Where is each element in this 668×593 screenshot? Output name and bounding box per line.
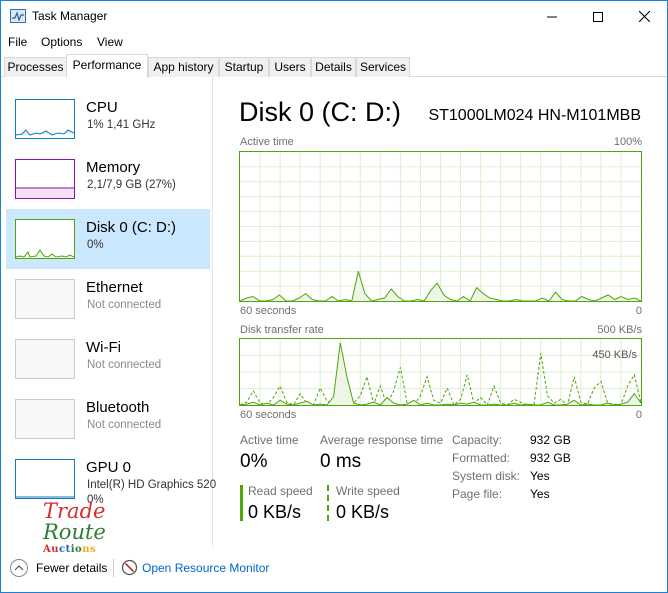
- task-manager-window: Task Manager File Options View Processes…: [0, 0, 668, 593]
- fewer-details-button[interactable]: Fewer details: [36, 561, 107, 575]
- page-file-value: Yes: [530, 487, 550, 501]
- formatted-label: Formatted:: [452, 451, 511, 465]
- active-time-chart-time: 60 seconds: [240, 305, 297, 317]
- sidebar-item-disk[interactable]: Disk 0 (C: D:) 0%: [6, 209, 210, 269]
- close-button[interactable]: [621, 1, 667, 32]
- transfer-chart-time: 60 seconds: [240, 409, 297, 421]
- maximize-icon: [593, 11, 603, 22]
- window-title: Task Manager: [32, 9, 108, 23]
- bluetooth-thumbnail: [15, 399, 75, 439]
- footer: Fewer details Open Resource Monitor: [1, 555, 667, 583]
- resource-sidebar: CPU 1% 1,41 GHz Memory 2,1/7,9 GB (27%) …: [1, 77, 216, 547]
- formatted-value: 932 GB: [530, 451, 571, 465]
- sidebar-item-wifi[interactable]: Wi-Fi Not connected: [6, 329, 210, 389]
- response-time-label: Average response time: [320, 433, 444, 447]
- active-time-graph: [240, 152, 641, 301]
- active-time-value: 0%: [240, 451, 268, 472]
- capacity-label: Capacity:: [452, 433, 503, 447]
- system-disk-value: Yes: [530, 469, 550, 483]
- tab-processes[interactable]: Processes: [4, 57, 67, 77]
- sidebar-item-title: Disk 0 (C: D:): [86, 219, 176, 236]
- sidebar-item-subtitle: 1% 1,41 GHz: [87, 119, 156, 131]
- sidebar-item-subtitle: 0%: [87, 239, 104, 251]
- write-speed-indicator: [327, 485, 329, 521]
- memory-thumbnail: [15, 159, 75, 199]
- read-speed-value: 0 KB/s: [248, 502, 302, 522]
- transfer-chart-min: 0: [635, 409, 642, 421]
- disk-thumbnail: [15, 219, 75, 259]
- capacity-value: 932 GB: [530, 433, 571, 447]
- tab-startup[interactable]: Startup: [219, 57, 269, 77]
- tab-users[interactable]: Users: [269, 57, 311, 77]
- sidebar-item-title: Bluetooth: [86, 399, 150, 416]
- logo-route: Route: [43, 520, 106, 544]
- sidebar-item-subtitle: 2,1/7,9 GB (27%): [87, 179, 176, 191]
- sidebar-item-subtitle: Intel(R) HD Graphics 520: [87, 479, 217, 491]
- active-time-chart-label: Active time: [240, 136, 294, 148]
- sidebar-item-title: Memory: [86, 159, 141, 176]
- transfer-chart-label: Disk transfer rate: [240, 324, 324, 336]
- sidebar-item-title: Wi-Fi: [86, 339, 121, 356]
- transfer-rate-chart: 450 KB/s: [239, 338, 642, 406]
- active-time-label: Active time: [240, 433, 299, 447]
- response-time-value: 0 ms: [320, 451, 362, 472]
- sidebar-item-title: Ethernet: [86, 279, 143, 296]
- maximize-button[interactable]: [575, 1, 621, 32]
- menu-bar: File Options View: [1, 32, 667, 52]
- chevron-up-icon[interactable]: [10, 559, 28, 577]
- page-title: Disk 0 (C: D:): [239, 97, 401, 127]
- sidebar-item-subtitle: Not connected: [87, 359, 162, 371]
- sidebar-item-subtitle: Not connected: [87, 419, 162, 431]
- sidebar-item-cpu[interactable]: CPU 1% 1,41 GHz: [6, 89, 210, 149]
- active-time-chart-max: 100%: [613, 136, 642, 148]
- active-time-chart: [239, 151, 642, 302]
- sidebar-item-title: CPU: [86, 99, 118, 116]
- cpu-thumbnail: [15, 99, 75, 139]
- sidebar-item-subtitle: Not connected: [87, 299, 162, 311]
- logo-auctions: Auctions: [43, 544, 97, 555]
- sidebar-item-gpu[interactable]: GPU 0 Intel(R) HD Graphics 520 0%: [6, 449, 216, 509]
- page-file-label: Page file:: [452, 487, 503, 501]
- menu-file[interactable]: File: [8, 35, 27, 49]
- sidebar-item-memory[interactable]: Memory 2,1/7,9 GB (27%): [6, 149, 210, 209]
- tab-performance[interactable]: Performance: [66, 54, 148, 78]
- open-resource-monitor-link[interactable]: Open Resource Monitor: [142, 561, 269, 575]
- sidebar-item-title: GPU 0: [86, 459, 132, 476]
- wifi-thumbnail: [15, 339, 75, 379]
- title-bar[interactable]: Task Manager: [1, 1, 667, 32]
- write-speed-value: 0 KB/s: [336, 502, 390, 522]
- close-icon: [638, 11, 650, 22]
- resource-monitor-icon[interactable]: [121, 559, 138, 576]
- menu-options[interactable]: Options: [41, 35, 82, 49]
- disk-model: ST1000LM024 HN-M101MBB: [428, 107, 641, 124]
- minimize-icon: [547, 16, 557, 17]
- ethernet-thumbnail: [15, 279, 75, 319]
- tab-app-history[interactable]: App history: [148, 57, 219, 77]
- tab-details[interactable]: Details: [311, 57, 356, 77]
- transfer-chart-max: 500 KB/s: [597, 324, 642, 336]
- write-speed-label: Write speed: [336, 484, 400, 498]
- menu-view[interactable]: View: [97, 35, 123, 49]
- read-speed-label: Read speed: [248, 484, 313, 498]
- read-speed-indicator: [240, 485, 243, 521]
- task-manager-icon: [10, 9, 26, 23]
- footer-separator: [113, 559, 114, 577]
- sidebar-item-bluetooth[interactable]: Bluetooth Not connected: [6, 389, 210, 449]
- gpu-thumbnail: [15, 459, 75, 499]
- trade-route-auctions-logo: Trade Route Auctions: [43, 501, 106, 555]
- tab-strip: Processes Performance App history Startu…: [1, 53, 667, 78]
- minimize-button[interactable]: [529, 1, 575, 32]
- active-time-chart-min: 0: [635, 305, 642, 317]
- transfer-chart-inner-label: 450 KB/s: [592, 349, 637, 361]
- tab-services[interactable]: Services: [356, 57, 410, 77]
- logo-trade: Trade: [43, 499, 106, 523]
- transfer-rate-graph: [240, 339, 641, 405]
- system-disk-label: System disk:: [452, 469, 521, 483]
- sidebar-item-ethernet[interactable]: Ethernet Not connected: [6, 269, 210, 329]
